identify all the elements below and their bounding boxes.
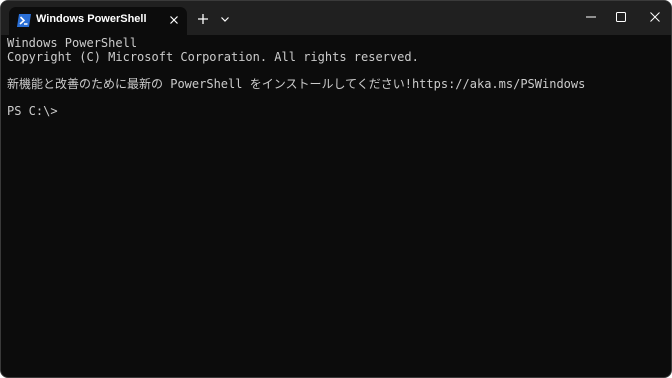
close-tab-icon[interactable] [167,13,181,27]
console-line-update-notice: 新機能と改善のために最新の PowerShell をインストールしてください!h… [7,76,586,91]
console-line-title: Windows PowerShell [7,36,138,50]
prompt-line[interactable]: PS C:\> [7,103,667,119]
console-line-copyright: Copyright (C) Microsoft Corporation. All… [7,49,419,64]
prompt-text: PS C:\> [7,103,58,118]
minimize-icon [586,16,596,18]
powershell-icon [17,14,31,27]
close-icon [650,12,660,22]
close-window-button[interactable] [632,1,671,33]
maximize-icon [616,12,626,22]
terminal-window: Windows PowerShell Windows PowerShell Co… [0,0,672,378]
title-bar[interactable]: Windows PowerShell [1,1,671,35]
new-tab-plus-icon[interactable] [195,11,211,27]
tab-windows-powershell[interactable]: Windows PowerShell [9,7,187,35]
chevron-down-icon[interactable] [218,12,232,26]
cursor [58,105,65,117]
tab-title: Windows PowerShell [36,13,147,25]
console-output[interactable]: Windows PowerShell Copyright (C) Microso… [7,36,667,119]
